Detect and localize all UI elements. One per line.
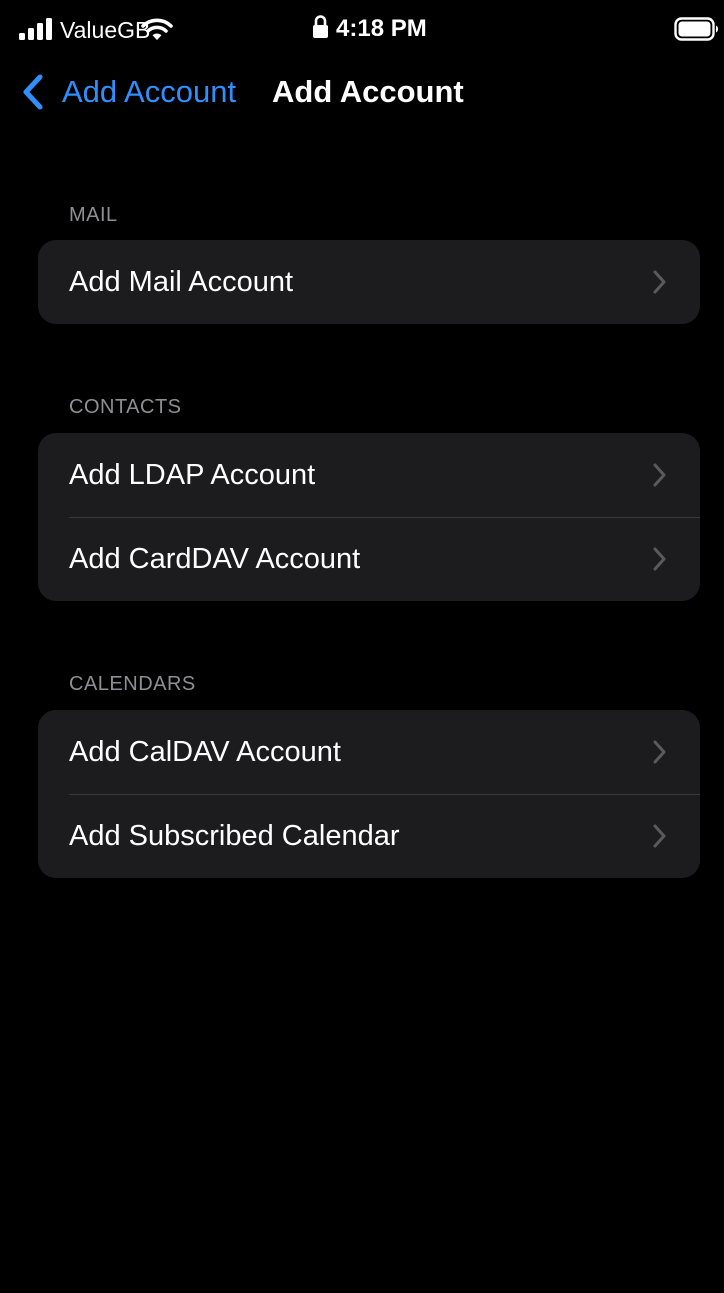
list-item-label: Add LDAP Account xyxy=(69,459,316,491)
signal-bars-icon xyxy=(19,18,52,40)
list-item-label: Add Subscribed Calendar xyxy=(69,820,400,852)
list-item-add-ldap-account[interactable]: Add LDAP Account xyxy=(38,433,700,517)
back-button[interactable]: Add Account xyxy=(22,70,236,114)
battery-icon xyxy=(674,17,719,41)
back-button-label: Add Account xyxy=(62,74,237,109)
carrier-name: ValueGB xyxy=(60,17,151,43)
list-item-label: Add CardDAV Account xyxy=(69,543,361,575)
page-title: Add Account xyxy=(272,74,464,109)
lock-icon xyxy=(313,15,328,38)
list-item-add-mail-account[interactable]: Add Mail Account xyxy=(38,240,700,324)
group-contacts: Add LDAP Account Add CardDAV Account xyxy=(38,433,700,601)
section-header-contacts: CONTACTS xyxy=(69,396,182,418)
section-header-calendars: CALENDARS xyxy=(69,673,196,695)
section-header-mail: MAIL xyxy=(69,204,118,226)
list-item-add-subscribed-calendar[interactable]: Add Subscribed Calendar xyxy=(38,794,700,878)
chevron-right-icon xyxy=(653,463,666,487)
status-bar: ValueGB 4:18 PM xyxy=(0,0,724,62)
list-item-label: Add Mail Account xyxy=(69,266,294,298)
status-time: 4:18 PM xyxy=(336,15,427,42)
list-item-add-carddav-account[interactable]: Add CardDAV Account xyxy=(38,517,700,601)
chevron-left-icon xyxy=(23,74,43,110)
list-item-add-caldav-account[interactable]: Add CalDAV Account xyxy=(38,710,700,794)
chevron-right-icon xyxy=(653,547,666,571)
chevron-right-icon xyxy=(653,270,666,294)
chevron-right-icon xyxy=(653,740,666,764)
list-item-label: Add CalDAV Account xyxy=(69,736,341,768)
group-mail: Add Mail Account xyxy=(38,240,700,324)
wifi-icon xyxy=(141,18,173,40)
group-calendars: Add CalDAV Account Add Subscribed Calend… xyxy=(38,710,700,878)
navigation-bar: Add Account Add Account xyxy=(0,62,724,122)
chevron-right-icon xyxy=(653,824,666,848)
